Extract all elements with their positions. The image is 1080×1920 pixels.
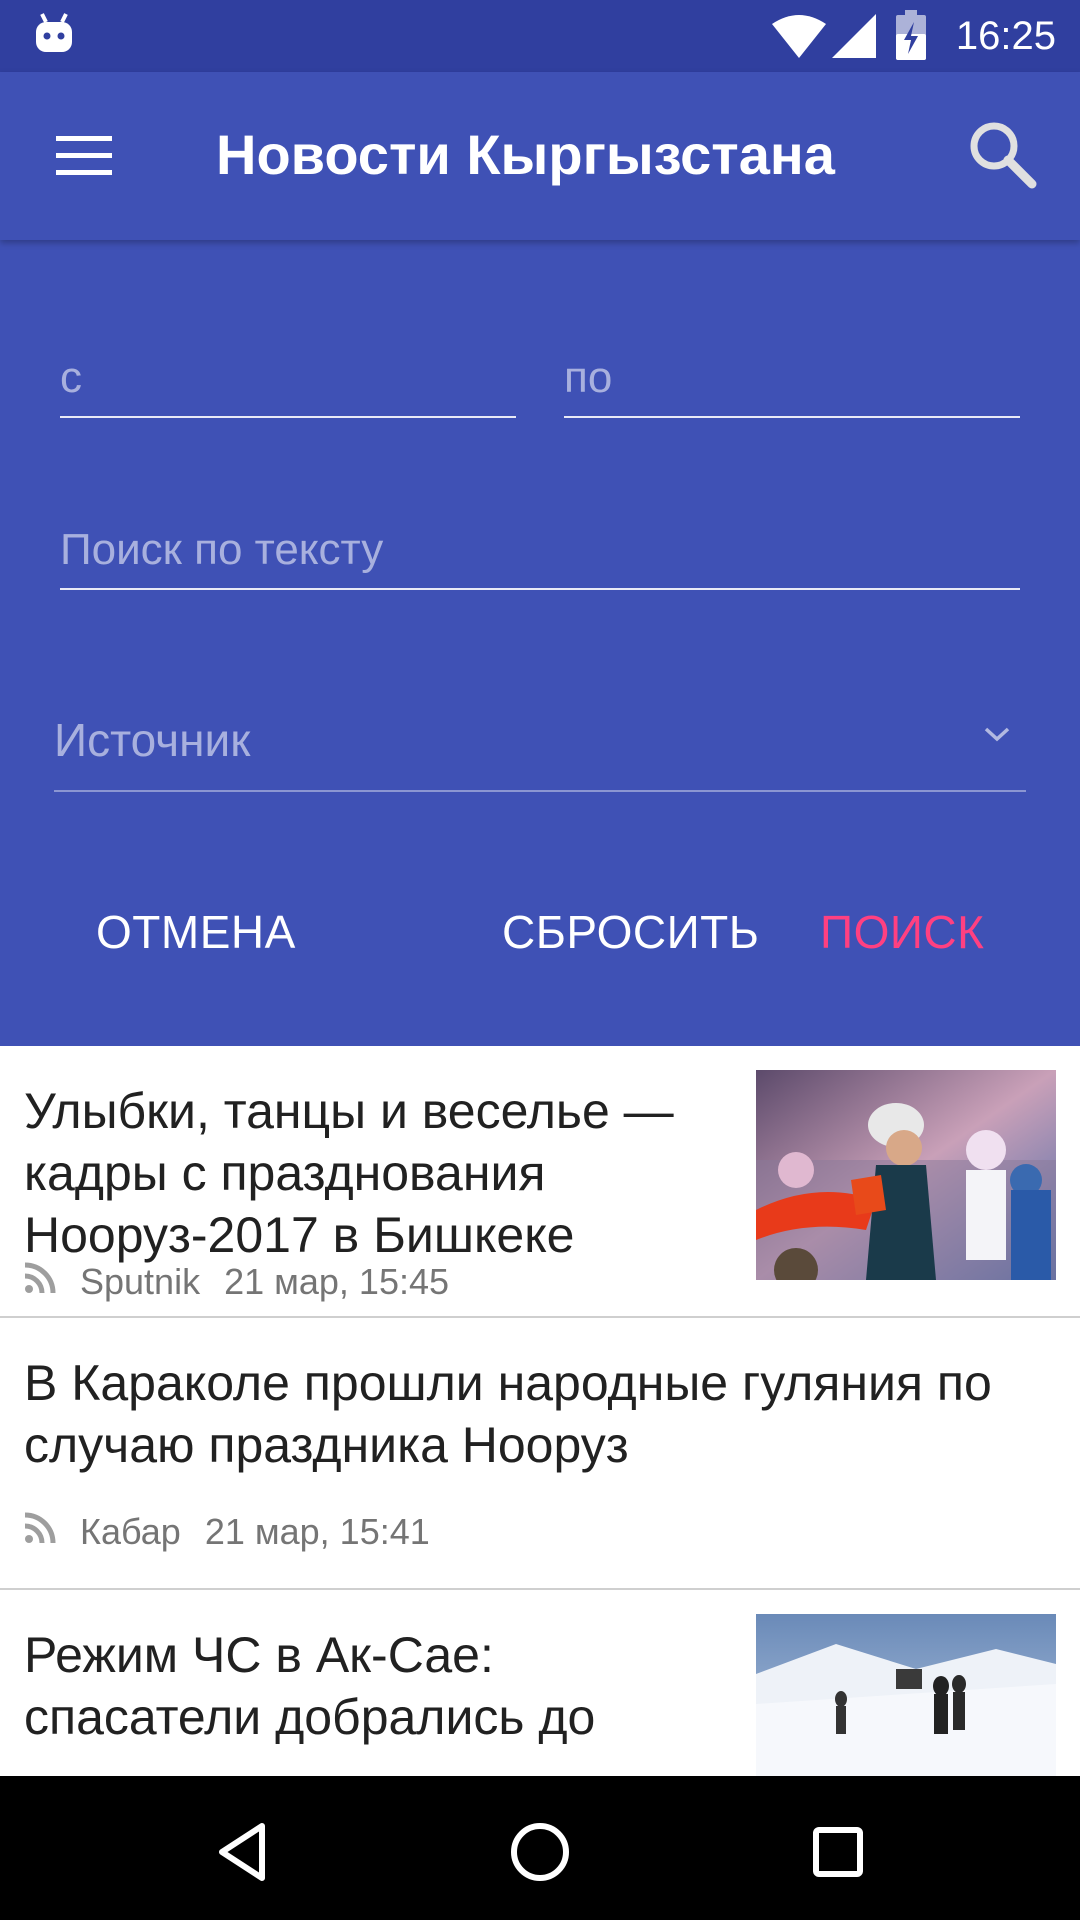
news-meta: Sputnik 21 мар, 15:45 [24, 1260, 449, 1304]
nav-home-button[interactable] [504, 1816, 576, 1888]
nav-back-button[interactable] [206, 1816, 278, 1888]
page-title: Новости Кыргызстана [216, 123, 835, 186]
status-bar: 16:25 [0, 0, 1080, 72]
news-source: Кабар [80, 1511, 181, 1552]
rss-icon [24, 1510, 56, 1554]
news-time: 21 мар, 15:45 [224, 1261, 450, 1302]
news-source: Sputnik [80, 1261, 201, 1302]
battery-charging-icon [896, 10, 926, 64]
news-meta: Кабар 21 мар, 15:41 [24, 1510, 430, 1554]
news-time: 21 мар, 15:41 [204, 1511, 430, 1552]
news-headline: В Караколе прошли народные гуляния по сл… [24, 1355, 992, 1473]
nav-recents-button[interactable] [802, 1816, 874, 1888]
android-debug-icon [34, 12, 74, 60]
cellular-signal-icon [832, 14, 876, 62]
news-item[interactable]: Режим ЧС в Ак-Сае: спасатели добрались д… [0, 1590, 1080, 1776]
hamburger-menu-icon [40, 136, 130, 196]
news-headline: Режим ЧС в Ак-Сае: спасатели добрались д… [24, 1627, 596, 1745]
wifi-icon [772, 14, 826, 62]
date-to-input[interactable] [564, 340, 1020, 416]
text-search-input[interactable] [60, 512, 1020, 588]
source-dropdown[interactable]: Источник [54, 692, 1026, 792]
news-item[interactable]: Улыбки, танцы и веселье — кадры с праздн… [0, 1046, 1080, 1318]
text-search-field[interactable] [60, 512, 1020, 590]
news-thumbnail [756, 1614, 1056, 1776]
source-dropdown-value: Источник [54, 714, 251, 766]
back-triangle-icon [206, 1823, 278, 1892]
status-clock: 16:25 [955, 14, 1056, 58]
chevron-down-icon [982, 724, 1012, 748]
cancel-button[interactable]: ОТМЕНА [96, 892, 296, 972]
news-thumbnail [756, 1070, 1056, 1280]
system-navigation-bar [0, 1776, 1080, 1920]
app-toolbar: Новости Кыргызстана [0, 72, 1080, 240]
news-item[interactable]: В Караколе прошли народные гуляния по сл… [0, 1318, 1080, 1590]
rss-icon [24, 1260, 56, 1304]
reset-button[interactable]: СБРОСИТЬ [502, 892, 759, 972]
news-headline: Улыбки, танцы и веселье — кадры с праздн… [24, 1083, 674, 1263]
home-circle-icon [504, 1823, 576, 1892]
news-list: Улыбки, танцы и веселье — кадры с праздн… [0, 1046, 1080, 1776]
search-filter-panel: Источник ОТМЕНА СБРОСИТЬ ПОИСК [0, 240, 1080, 1046]
hamburger-menu-button[interactable] [40, 120, 130, 192]
date-from-input[interactable] [60, 340, 516, 416]
date-to-field[interactable] [564, 340, 1020, 418]
search-submit-button[interactable]: ПОИСК [820, 892, 984, 972]
recents-square-icon [802, 1827, 874, 1892]
date-from-field[interactable] [60, 340, 516, 418]
search-icon [960, 122, 1050, 200]
search-button[interactable] [960, 116, 1050, 196]
